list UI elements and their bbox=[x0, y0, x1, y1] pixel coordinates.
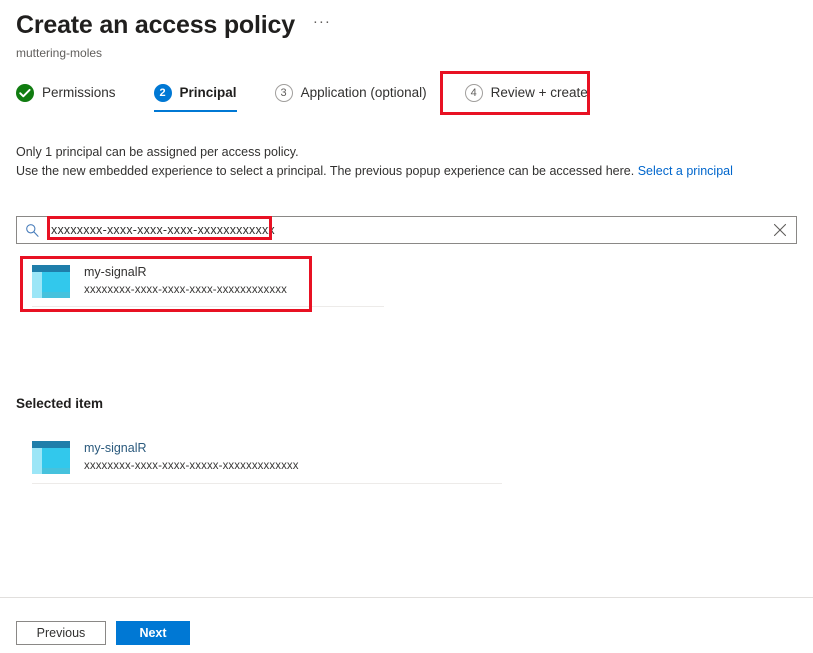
step-3-badge: 3 bbox=[275, 84, 293, 102]
next-button[interactable]: Next bbox=[116, 621, 190, 645]
footer-divider bbox=[0, 597, 813, 598]
search-input[interactable] bbox=[47, 218, 764, 242]
info-line-2-wrap: Use the new embedded experience to selec… bbox=[16, 162, 733, 181]
tab-application-label: Application (optional) bbox=[301, 84, 427, 102]
tab-review-create-label: Review + create bbox=[491, 84, 588, 102]
info-line-1: Only 1 principal can be assigned per acc… bbox=[16, 143, 733, 162]
tab-application[interactable]: 3 Application (optional) bbox=[275, 76, 445, 110]
check-circle-icon bbox=[16, 84, 34, 102]
selected-item-name: my-signalR bbox=[84, 440, 299, 456]
title-row: Create an access policy ··· bbox=[16, 8, 335, 42]
search-results-list: my-signalR xxxxxxxx-xxxx-xxxx-xxxx-xxxxx… bbox=[32, 258, 384, 307]
selected-item-id: xxxxxxxx-xxxx-xxxx-xxxxx-xxxxxxxxxxxxx bbox=[84, 459, 299, 474]
selected-item-texts: my-signalR xxxxxxxx-xxxx-xxxx-xxxxx-xxxx… bbox=[84, 440, 299, 474]
info-line-2: Use the new embedded experience to selec… bbox=[16, 164, 634, 178]
info-text: Only 1 principal can be assigned per acc… bbox=[16, 143, 733, 181]
signalr-icon bbox=[32, 441, 70, 474]
tab-permissions[interactable]: Permissions bbox=[16, 76, 134, 110]
tab-principal-label: Principal bbox=[180, 84, 237, 102]
tab-principal[interactable]: 2 Principal bbox=[154, 76, 255, 110]
tab-review-create[interactable]: 4 Review + create bbox=[465, 76, 606, 110]
selected-item-heading: Selected item bbox=[16, 395, 103, 413]
page-subtitle: muttering-moles bbox=[16, 45, 335, 61]
search-icon bbox=[17, 217, 47, 243]
results-divider bbox=[32, 306, 384, 307]
previous-button[interactable]: Previous bbox=[16, 621, 106, 645]
step-4-badge: 4 bbox=[465, 84, 483, 102]
selected-items-divider bbox=[32, 483, 502, 484]
more-options-icon[interactable]: ··· bbox=[309, 13, 335, 37]
page-header: Create an access policy ··· muttering-mo… bbox=[16, 8, 335, 61]
search-result-id: xxxxxxxx-xxxx-xxxx-xxxx-xxxxxxxxxxxx bbox=[84, 283, 287, 298]
search-result-texts: my-signalR xxxxxxxx-xxxx-xxxx-xxxx-xxxxx… bbox=[84, 264, 287, 298]
selected-item-row[interactable]: my-signalR xxxxxxxx-xxxx-xxxx-xxxxx-xxxx… bbox=[32, 435, 502, 483]
step-2-badge: 2 bbox=[154, 84, 172, 102]
selected-items-list: my-signalR xxxxxxxx-xxxx-xxxx-xxxxx-xxxx… bbox=[32, 435, 502, 484]
signalr-icon bbox=[32, 265, 70, 298]
clear-icon[interactable] bbox=[764, 217, 796, 243]
tab-permissions-label: Permissions bbox=[42, 84, 116, 102]
search-result-name: my-signalR bbox=[84, 264, 287, 280]
wizard-footer: Previous Next bbox=[16, 621, 190, 645]
select-a-principal-link[interactable]: Select a principal bbox=[638, 164, 733, 178]
wizard-tabs: Permissions 2 Principal 3 Application (o… bbox=[16, 76, 606, 110]
principal-search-box[interactable] bbox=[16, 216, 797, 244]
search-result-row[interactable]: my-signalR xxxxxxxx-xxxx-xxxx-xxxx-xxxxx… bbox=[32, 258, 384, 306]
page-title: Create an access policy bbox=[16, 8, 295, 42]
